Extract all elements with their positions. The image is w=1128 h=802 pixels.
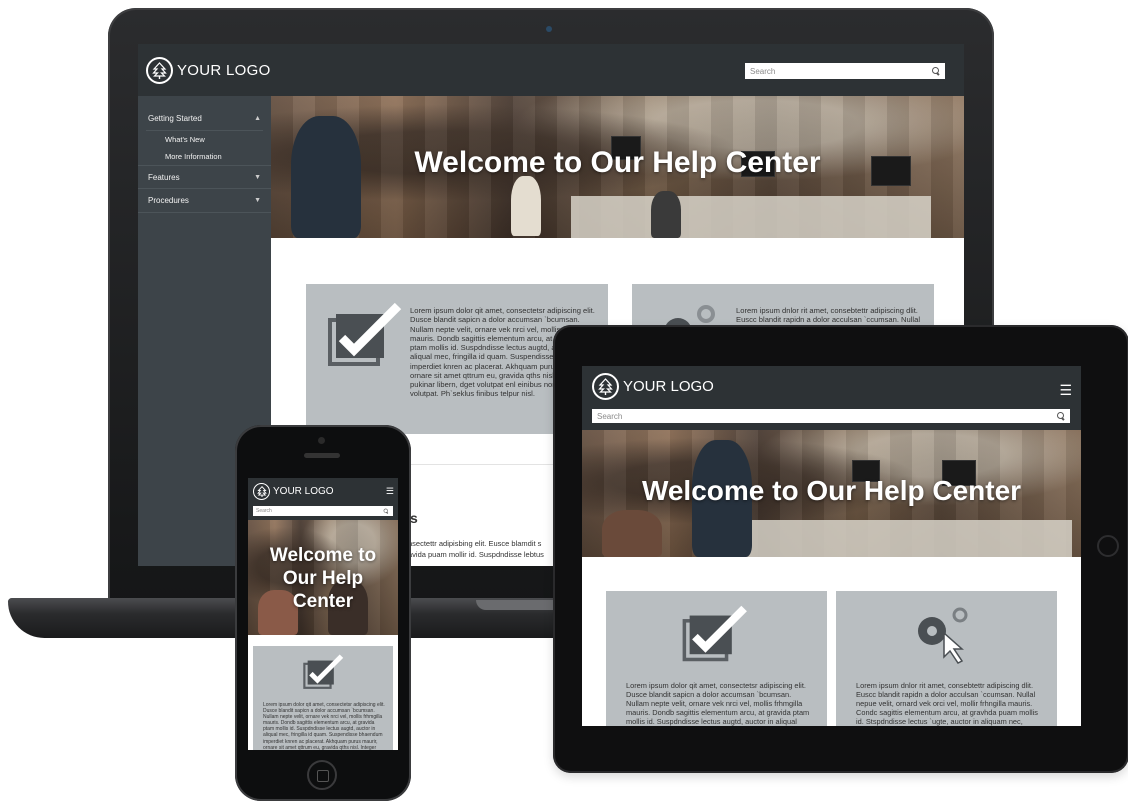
search-icon[interactable] (383, 508, 389, 514)
tree-icon (592, 373, 619, 400)
hero-title-line: Welcome to (269, 545, 377, 566)
card-getting-started[interactable]: Lorem ipsum dolor qit amet, consectetsr … (253, 646, 393, 750)
site-logo[interactable]: YOUR LOGO (253, 483, 334, 500)
tree-icon (253, 483, 270, 500)
section-heading: s (410, 510, 418, 526)
logo-text: YOUR LOGO (177, 62, 271, 79)
laptop-camera (546, 26, 552, 32)
caret-up-icon: ▲ (254, 114, 261, 122)
hero-title: Welcome to Our Help Center (641, 475, 1022, 506)
search-input[interactable]: Search (253, 506, 393, 516)
tree-icon (146, 57, 173, 84)
sidebar-item-label: Procedures (148, 196, 189, 205)
site-logo[interactable]: YOUR LOGO (146, 57, 271, 84)
sidebar-item-features[interactable]: Features ▼ (138, 165, 271, 189)
search-placeholder: Search (750, 66, 776, 76)
search-input[interactable]: Search (745, 63, 945, 79)
sidebar-subitem-more-information[interactable]: More Information (138, 148, 271, 165)
hero-title-line: Our Help (282, 568, 364, 590)
caret-down-icon: ▼ (254, 173, 261, 181)
hero-banner: Welcome to Our Help Center (271, 96, 964, 238)
site-header: YOUR LOGO ☰ Search (582, 366, 1081, 430)
site-logo[interactable]: YOUR LOGO (592, 373, 714, 400)
card-getting-started[interactable]: Lorem ipsum dolor qit amet, consectetsr … (606, 591, 827, 726)
hero-banner: Welcome to Our Help Center (248, 520, 398, 635)
sidebar-item-procedures[interactable]: Procedures ▼ (138, 189, 271, 213)
logo-text: YOUR LOGO (623, 378, 714, 395)
card-text: Lorem ipsum dolor qit amet, consectetsr … (626, 681, 810, 726)
hero-title: Welcome to Our Help Center (248, 544, 398, 614)
card-text: Lorem ipsum dolor qit amet, consectetsr … (263, 702, 385, 750)
section-text-line: avida puam mollir id. Suspdndisse lebtus (408, 550, 544, 560)
section-text-line: nsectettr adipisbing elit. Eusce blamdit… (408, 539, 542, 548)
hamburger-icon[interactable]: ☰ (386, 486, 394, 497)
phone-speaker (304, 453, 340, 458)
site-header: YOUR LOGO Search (138, 44, 964, 96)
phone-home-button (307, 760, 337, 790)
checkbox-icon (328, 302, 402, 366)
search-icon[interactable] (1057, 412, 1065, 420)
hero-title: Welcome to Our Help Center (414, 146, 821, 179)
logo-text: YOUR LOGO (273, 486, 334, 497)
phone-camera (318, 437, 325, 444)
sidebar-subitem-whats-new[interactable]: What's New (138, 131, 271, 148)
search-input[interactable]: Search (592, 409, 1070, 423)
search-icon[interactable] (932, 67, 940, 75)
card-features[interactable]: Lorem ipsum dnlor rit amet, consebtettr … (836, 591, 1057, 726)
search-placeholder: Search (256, 508, 272, 514)
checkbox-icon (682, 605, 747, 662)
sidebar-item-label: Features (148, 172, 180, 182)
site-header: YOUR LOGO ☰ Search (248, 478, 398, 520)
hero-title-line: Center (292, 591, 354, 613)
sidebar-item-label: Getting Started (148, 113, 202, 123)
gear-cursor-icon (918, 607, 968, 664)
card-text: Lorem ipsum dnlor rit amet, consebtettr … (856, 681, 1038, 726)
phone-screen: YOUR LOGO ☰ Search Welcome to Our Help C… (248, 478, 398, 750)
hamburger-icon[interactable]: ☰ (1059, 382, 1072, 399)
search-placeholder: Search (597, 411, 623, 421)
caret-down-icon: ▼ (254, 197, 261, 204)
checkbox-icon (303, 654, 344, 689)
tablet-screen: YOUR LOGO ☰ Search Welcome to Our Help C… (582, 366, 1081, 726)
sidebar-item-getting-started[interactable]: Getting Started ▲ (138, 106, 271, 130)
tablet-home-button (1097, 535, 1119, 557)
hero-banner: Welcome to Our Help Center (582, 430, 1081, 557)
section-text: nsectettr adipisbing elit. Eusce blamdit… (408, 538, 568, 561)
